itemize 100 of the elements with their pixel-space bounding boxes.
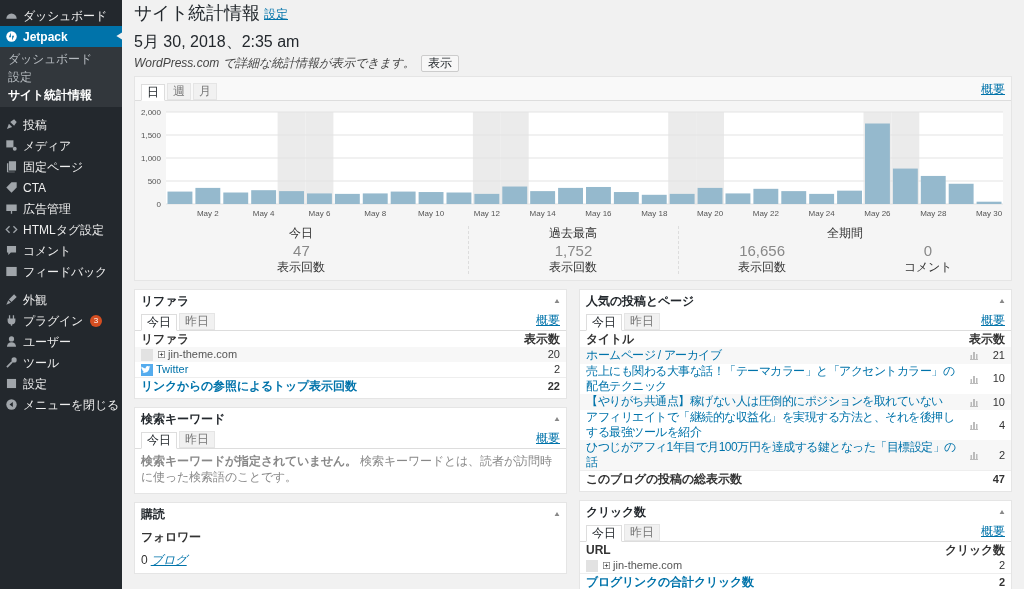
show-button[interactable]: 表示 <box>420 54 459 72</box>
axis-label: May 6 <box>308 209 331 218</box>
follower-link[interactable]: ブログ <box>150 551 187 569</box>
chart-bar <box>362 193 388 204</box>
summary-link[interactable]: 概要 <box>981 311 1005 329</box>
count-text: 10 <box>991 394 1005 410</box>
collapse-icon <box>554 415 560 422</box>
tab[interactable]: 昨日 <box>624 524 660 541</box>
count-badge: 3 <box>90 314 102 327</box>
bar-chart-icon <box>969 373 979 384</box>
total-value: 2 <box>998 574 1005 589</box>
tab[interactable]: 今日 <box>141 432 177 449</box>
submenu-item[interactable]: 設定 <box>0 68 122 86</box>
sidebar-item[interactable]: 設定 <box>0 373 122 394</box>
post-link[interactable]: ひつじがアフィ1年目で月100万円を達成する鍵となった「目標設定」の話 <box>586 440 965 470</box>
tab[interactable]: 日 <box>141 84 165 101</box>
empty-message: 検索キーワードが指定されていません。 検索キーワードとは、読者が訪問時に使った検索語のことです。 <box>140 453 554 486</box>
tab[interactable]: 今日 <box>586 314 622 331</box>
domain-text: jin-theme.com <box>168 347 239 363</box>
chart-bar <box>530 191 556 204</box>
axis-label: May 16 <box>585 209 612 218</box>
total-value: 22 <box>547 378 560 394</box>
chart-bar <box>669 193 695 204</box>
count-text: 20 <box>547 347 560 363</box>
chart-bar <box>279 191 304 204</box>
brush-icon <box>5 293 18 306</box>
chart-bar <box>809 193 835 204</box>
bar-chart-icon <box>969 350 979 361</box>
collapse-icon <box>554 297 560 304</box>
sidebar-item[interactable]: Jetpack <box>0 26 122 47</box>
stat-value: 47 <box>293 241 310 260</box>
tab[interactable]: 今日 <box>586 525 622 542</box>
summary-link[interactable]: 概要 <box>981 522 1005 540</box>
column-header: 表示数 <box>524 331 560 348</box>
sidebar-item[interactable]: メニューを閉じる <box>0 394 122 415</box>
column-header: リファラ <box>141 331 189 348</box>
code-icon <box>5 223 18 236</box>
axis-label: May 4 <box>252 209 275 218</box>
tab[interactable]: 週 <box>167 83 191 100</box>
tab[interactable]: 昨日 <box>624 313 660 330</box>
post-link[interactable]: ホームページ / アーカイブ <box>586 347 965 363</box>
post-link[interactable]: アフィリエイトで「継続的な収益化」を実現する方法と、それを後押しする最強ツールを紹介 <box>586 410 965 440</box>
summary-link[interactable]: 概要 <box>536 429 560 447</box>
count-text: 2 <box>998 558 1005 574</box>
sidebar-item[interactable]: ダッシュボード <box>0 5 122 26</box>
sidebar-item[interactable]: 固定ページ <box>0 156 122 177</box>
panel-title: リファラ <box>141 292 189 310</box>
collapse-icon <box>554 510 560 517</box>
sidebar-item[interactable]: フィードバック <box>0 261 122 282</box>
summary-link[interactable]: 概要 <box>981 80 1005 98</box>
column-header: クリック数 <box>945 542 1005 559</box>
referrer-link[interactable]: Twitter <box>156 361 551 378</box>
axis-label: 0 <box>156 200 161 209</box>
submenu-item[interactable]: サイト統計情報 <box>0 86 122 104</box>
total-value: 47 <box>992 471 1005 487</box>
expand-icon <box>603 562 610 569</box>
post-link[interactable]: 【やりがち共通点】稼げない人は圧倒的にポジションを取れていない <box>586 394 965 410</box>
bird-icon <box>141 363 153 376</box>
summary-link[interactable]: 概要 <box>536 311 560 329</box>
sidebar-item[interactable]: 投稿 <box>0 114 122 135</box>
sidebar-item[interactable]: メディア <box>0 135 122 156</box>
sidebar-item[interactable]: コメント <box>0 240 122 261</box>
tab[interactable]: 昨日 <box>179 313 215 330</box>
plug-icon <box>5 314 18 327</box>
stat-label: 表示回数 <box>277 260 326 274</box>
tab[interactable]: 昨日 <box>179 431 215 448</box>
column-header: タイトル <box>586 331 634 348</box>
axis-label: 1,000 <box>140 154 161 163</box>
axis-label: May 24 <box>808 209 835 218</box>
submenu-item[interactable]: ダッシュボード <box>0 50 122 68</box>
axis-label: May 30 <box>975 209 1003 218</box>
axis-label: May 8 <box>364 209 387 218</box>
count-text: 10 <box>991 371 1005 387</box>
sidebar-item[interactable]: 広告管理 <box>0 198 122 219</box>
chart-bar <box>334 193 360 204</box>
settings-link[interactable]: 設定 <box>264 5 288 23</box>
total-link[interactable]: ブログリンクの合計クリック数 <box>586 573 754 589</box>
axis-label: May 10 <box>417 209 445 218</box>
bar-chart-icon <box>969 450 979 460</box>
axis-label: May 28 <box>920 209 947 218</box>
lightning-icon <box>5 30 18 43</box>
section-heading: フォロワー <box>140 529 202 546</box>
stat-heading: 今日 <box>289 226 314 241</box>
tab[interactable]: 今日 <box>141 314 177 331</box>
tab[interactable]: 月 <box>193 83 217 100</box>
sidebar-item[interactable]: 外観 <box>0 289 122 310</box>
sidebar-item[interactable]: ユーザー <box>0 331 122 352</box>
media-icon <box>5 139 18 152</box>
stat-label: 表示回数 <box>738 260 787 274</box>
total-link[interactable]: リンクからの参照によるトップ表示回数 <box>141 377 357 395</box>
sidebar-item[interactable]: HTMLタグ設定 <box>0 219 122 240</box>
sidebar-item[interactable]: CTA <box>0 177 122 198</box>
follower-count: 0 <box>141 552 148 569</box>
sidebar-item[interactable]: プラグイン 3 <box>0 310 122 331</box>
billboard-icon <box>5 202 18 215</box>
sidebar-item[interactable]: ツール <box>0 352 122 373</box>
chart-bar <box>251 190 277 204</box>
collapse-icon <box>999 297 1005 304</box>
post-link[interactable]: 売上にも関わる大事な話！「テーマカラー」と「アクセントカラー」の配色テクニック <box>586 363 965 394</box>
pin-icon <box>5 118 18 131</box>
